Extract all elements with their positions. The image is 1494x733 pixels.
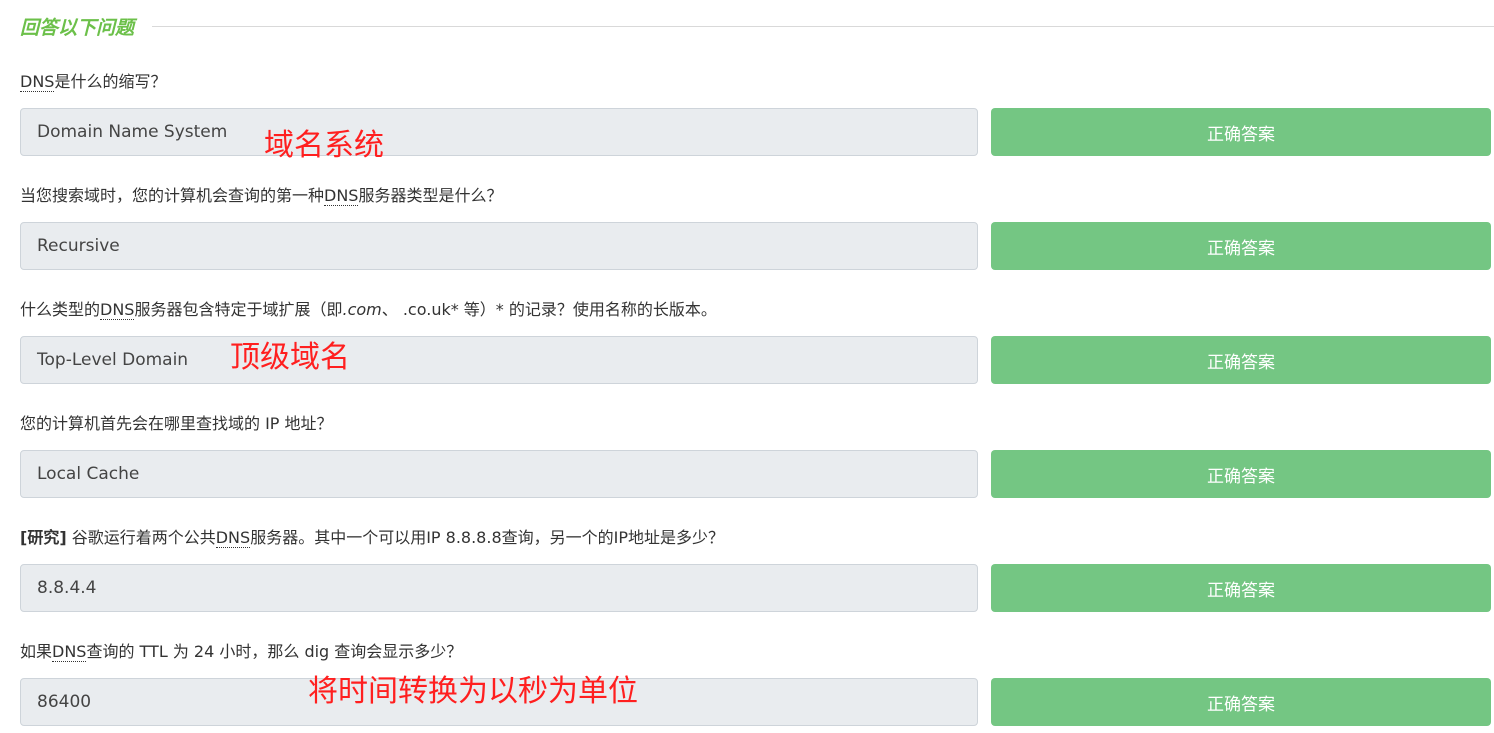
dns-abbreviation[interactable]: DNS: [100, 300, 135, 320]
correct-answer-button-2[interactable]: 正确答案: [991, 222, 1491, 270]
answer-field-3[interactable]: Top-Level Domain: [20, 336, 978, 384]
question-text-part: 是什么的缩写？: [54, 72, 167, 91]
question-text-3: 什么类型的DNS服务器包含特定于域扩展（即.com、 .co.uk* 等）* 的…: [20, 298, 717, 322]
correct-answer-button-6[interactable]: 正确答案: [991, 678, 1491, 726]
section-title: 回答以下问题: [20, 16, 135, 39]
question-block-2: 当您搜索域时，您的计算机会查询的第一种DNS服务器类型是什么？ Recursiv…: [20, 184, 1494, 298]
dns-abbreviation[interactable]: DNS: [52, 642, 87, 662]
dns-abbreviation[interactable]: DNS: [20, 72, 55, 92]
question-text-5: [研究] 谷歌运行着两个公共DNS服务器。其中一个可以用IP 8.8.8.8查询…: [20, 526, 724, 550]
question-block-1: DNS是什么的缩写？ Domain Name System 域名系统 正确答案: [20, 70, 1494, 184]
question-text-2: 当您搜索域时，您的计算机会查询的第一种DNS服务器类型是什么？: [20, 184, 502, 208]
question-block-3: 什么类型的DNS服务器包含特定于域扩展（即.com、 .co.uk* 等）* 的…: [20, 298, 1494, 412]
annotation-note-3: 顶级域名: [230, 340, 350, 375]
quiz-page: 回答以下问题 DNS是什么的缩写？ Domain Name System 域名系…: [0, 0, 1494, 733]
question-text-part: 、 .co.uk* 等）* 的记录？使用名称的长版本。: [381, 300, 717, 319]
question-text-part: 服务器包含特定于域扩展（即: [134, 300, 343, 319]
question-text-part: 服务器。其中一个可以用IP 8.8.8.8查询，另一个的IP地址是多少？: [250, 528, 724, 547]
answer-field-2[interactable]: Recursive: [20, 222, 978, 270]
answer-field-1[interactable]: Domain Name System: [20, 108, 978, 156]
question-text-4: 您的计算机首先会在哪里查找域的 IP 地址？: [20, 412, 333, 436]
question-text-part: 谷歌运行着两个公共: [66, 528, 216, 547]
question-block-6: 如果DNS查询的 TTL 为 24 小时，那么 dig 查询会显示多少？ 864…: [20, 640, 1494, 733]
answer-field-5[interactable]: 8.8.4.4: [20, 564, 978, 612]
question-block-4: 您的计算机首先会在哪里查找域的 IP 地址？ Local Cache 正确答案: [20, 412, 1494, 526]
question-block-5: [研究] 谷歌运行着两个公共DNS服务器。其中一个可以用IP 8.8.8.8查询…: [20, 526, 1494, 640]
question-text-part: 查询的 TTL 为 24 小时，那么 dig 查询会显示多少？: [86, 642, 463, 661]
question-text-part: 服务器类型是什么？: [358, 186, 503, 205]
answer-field-4[interactable]: Local Cache: [20, 450, 978, 498]
dns-abbreviation[interactable]: DNS: [324, 186, 359, 206]
question-text-part: 如果: [20, 642, 53, 661]
question-text-1: DNS是什么的缩写？: [20, 70, 166, 94]
correct-answer-button-4[interactable]: 正确答案: [991, 450, 1491, 498]
correct-answer-button-3[interactable]: 正确答案: [991, 336, 1491, 384]
section-divider: [152, 25, 1494, 27]
section-header: 回答以下问题: [20, 12, 1494, 40]
question-text-part: 当您搜索域时，您的计算机会查询的第一种: [20, 186, 325, 205]
question-text-6: 如果DNS查询的 TTL 为 24 小时，那么 dig 查询会显示多少？: [20, 640, 462, 664]
annotation-note-1: 域名系统: [264, 128, 384, 163]
question-text-part: 您的计算机首先会在哪里查找域的 IP 地址？: [20, 414, 333, 433]
correct-answer-button-5[interactable]: 正确答案: [991, 564, 1491, 612]
dns-abbreviation[interactable]: DNS: [215, 528, 251, 548]
annotation-note-6: 将时间转换为以秒为单位: [308, 674, 638, 709]
correct-answer-button-1[interactable]: 正确答案: [991, 108, 1491, 156]
research-tag: [研究]: [20, 528, 67, 547]
question-text-part: 什么类型的: [20, 300, 101, 319]
question-text-part: .com: [342, 300, 382, 319]
